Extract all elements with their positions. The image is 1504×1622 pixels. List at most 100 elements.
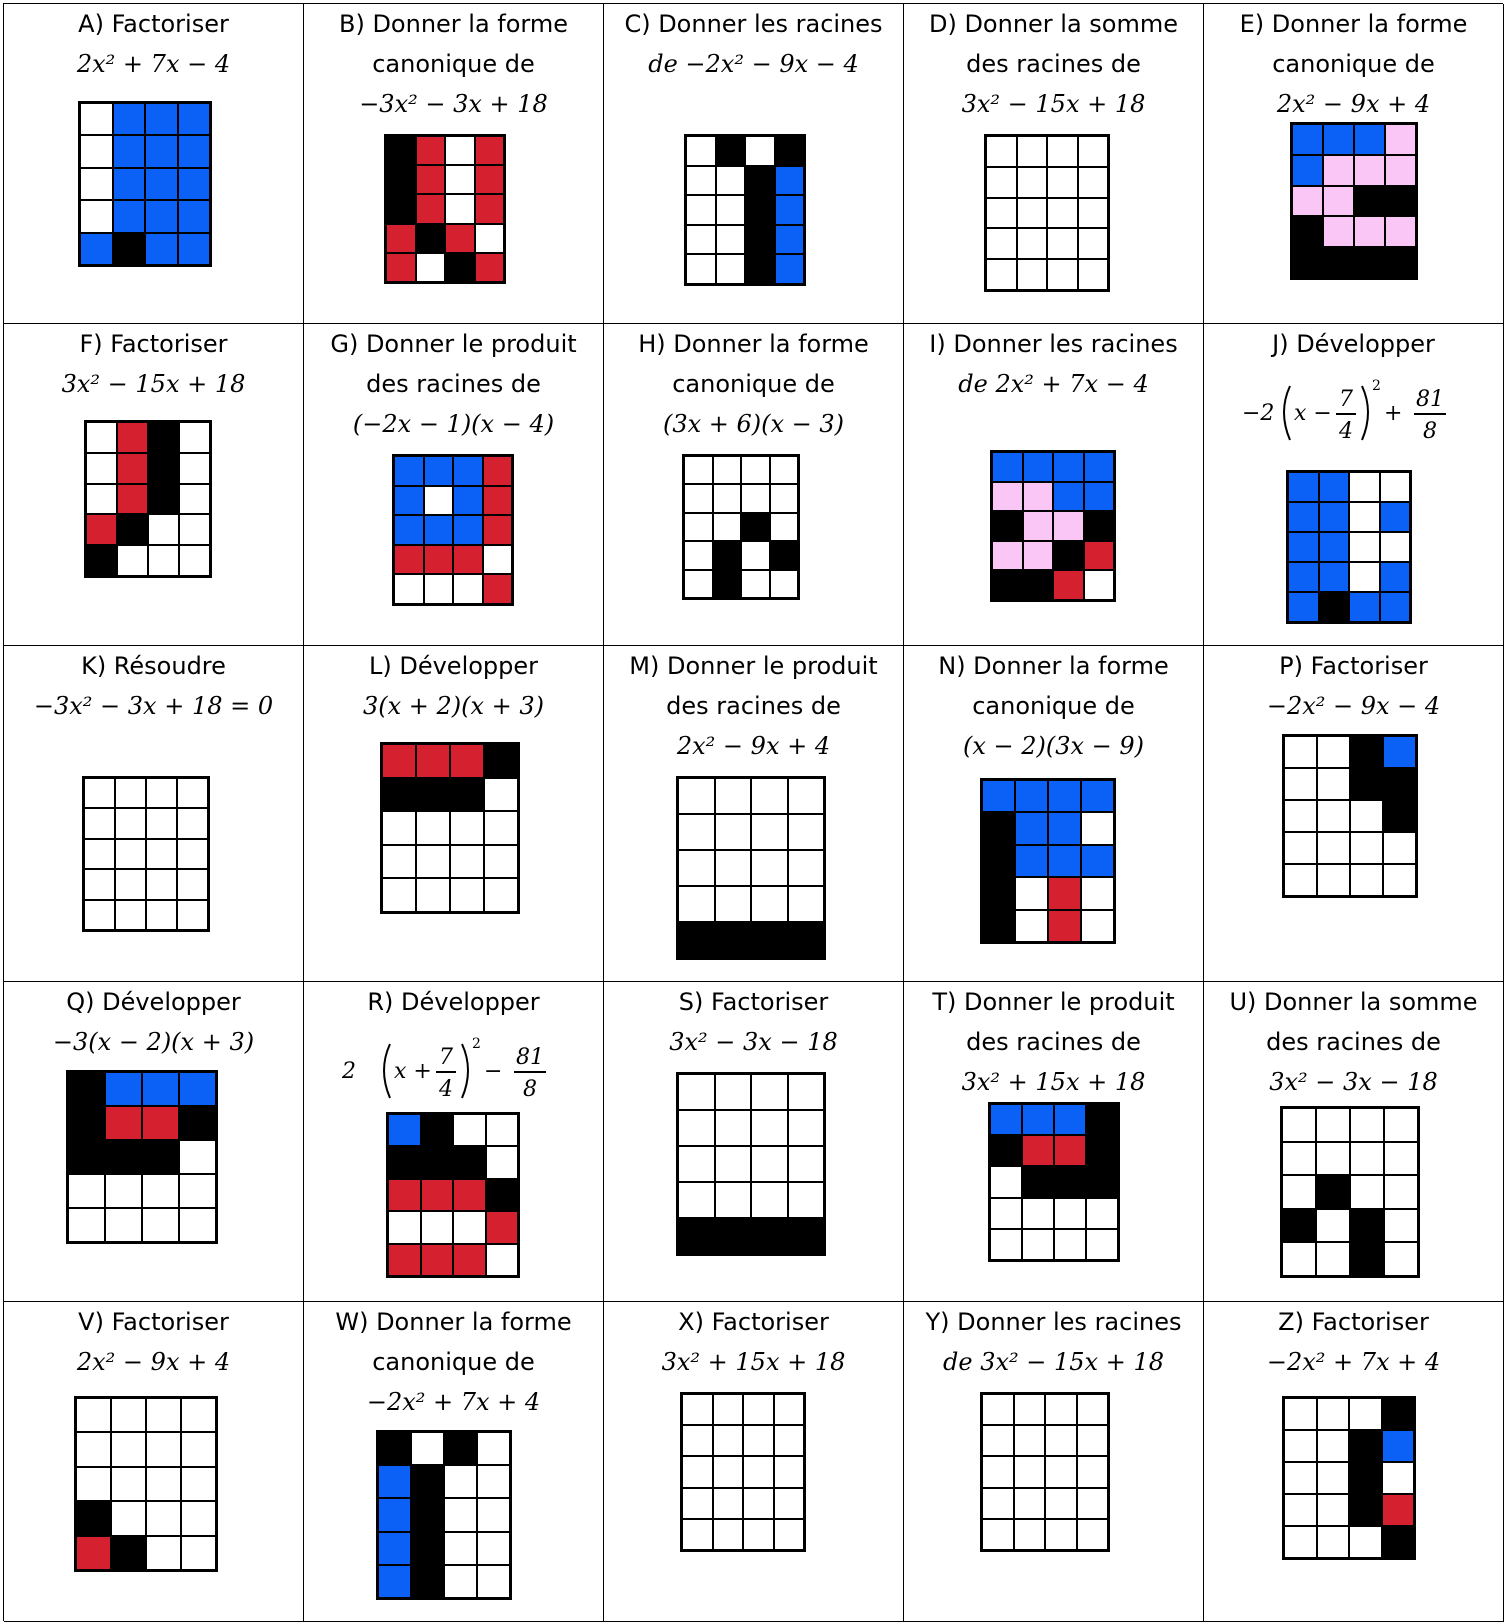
mosaic-tile[interactable]	[145, 135, 178, 168]
mosaic-tile[interactable]	[982, 1425, 1014, 1457]
mosaic-tile[interactable]	[450, 744, 484, 778]
mosaic-tile[interactable]	[982, 1456, 1014, 1488]
mosaic-tile[interactable]	[146, 899, 177, 930]
mosaic-tile[interactable]	[1284, 1462, 1317, 1494]
mosaic-tile[interactable]	[445, 223, 475, 253]
mosaic-tile[interactable]	[416, 744, 450, 778]
mosaic-tile[interactable]	[145, 167, 178, 201]
mosaic-tile[interactable]	[712, 512, 741, 542]
mosaic-tile[interactable]	[1053, 452, 1084, 482]
mosaic-tile[interactable]	[715, 224, 745, 255]
mosaic-tile[interactable]	[1048, 844, 1081, 878]
mosaic-tile[interactable]	[1354, 247, 1385, 278]
mosaic-tile[interactable]	[1349, 1398, 1382, 1430]
mosaic-tile[interactable]	[482, 515, 512, 545]
mosaic-tile[interactable]	[444, 1531, 477, 1565]
mosaic-tile[interactable]	[1076, 1518, 1108, 1550]
mosaic-tile[interactable]	[1381, 1494, 1414, 1526]
mosaic-tile[interactable]	[148, 514, 179, 546]
mosaic-tile[interactable]	[388, 1146, 421, 1179]
mosaic-tile[interactable]	[1292, 216, 1323, 248]
mosaic-tile[interactable]	[388, 1243, 421, 1276]
mosaic-tile[interactable]	[453, 1243, 486, 1276]
mosaic-tile[interactable]	[423, 485, 453, 516]
mosaic-tile[interactable]	[115, 808, 146, 839]
mosaic-tile[interactable]	[177, 103, 210, 136]
mosaic-tile[interactable]	[177, 778, 208, 809]
mosaic-tile[interactable]	[181, 1466, 216, 1502]
mosaic-tile[interactable]	[1284, 800, 1317, 832]
mosaic-tile[interactable]	[444, 1432, 477, 1466]
mosaic-tile[interactable]	[751, 922, 788, 958]
mosaic-tile[interactable]	[142, 1072, 179, 1106]
mosaic-tile[interactable]	[682, 1425, 713, 1457]
mosaic-tile[interactable]	[1016, 228, 1047, 260]
mosaic-tile[interactable]	[773, 1518, 804, 1550]
mosaic-tile[interactable]	[745, 195, 775, 225]
mosaic-tile[interactable]	[420, 1114, 453, 1147]
mosaic-tile[interactable]	[1045, 1518, 1077, 1550]
mosaic-tile[interactable]	[411, 1465, 444, 1499]
mosaic-tile[interactable]	[444, 1498, 477, 1532]
mosaic-tile[interactable]	[68, 1208, 105, 1242]
mosaic-tile[interactable]	[477, 1564, 510, 1598]
mosaic-tile[interactable]	[1016, 136, 1047, 167]
mosaic-tile[interactable]	[1076, 1487, 1108, 1519]
mosaic-tile[interactable]	[1081, 780, 1114, 813]
mosaic-tile[interactable]	[378, 1498, 411, 1532]
mosaic-tile[interactable]	[1081, 877, 1114, 910]
mosaic-tile[interactable]	[1383, 832, 1416, 864]
mosaic-tile[interactable]	[1282, 1242, 1316, 1276]
mosaic-tile[interactable]	[445, 165, 475, 195]
mosaic-tile[interactable]	[1015, 812, 1048, 845]
mosaic-tile[interactable]	[682, 1456, 713, 1488]
mosaic-tile[interactable]	[678, 1182, 715, 1218]
mosaic-tile[interactable]	[1323, 247, 1354, 278]
mosaic-tile[interactable]	[773, 1456, 804, 1488]
mosaic-tile[interactable]	[1081, 844, 1114, 878]
mosaic-tile[interactable]	[1317, 736, 1350, 768]
mosaic-tile[interactable]	[445, 136, 475, 166]
mosaic-tile[interactable]	[1354, 154, 1385, 186]
mosaic-tile[interactable]	[678, 1074, 715, 1110]
mosaic-tile[interactable]	[678, 922, 715, 958]
mosaic-tile[interactable]	[76, 1398, 111, 1433]
mosaic-tile[interactable]	[686, 136, 716, 166]
mosaic-tile[interactable]	[1385, 154, 1416, 186]
mosaic-tile[interactable]	[386, 252, 416, 282]
mosaic-tile[interactable]	[1379, 592, 1410, 622]
mosaic-tile[interactable]	[1323, 216, 1354, 248]
mosaic-tile[interactable]	[1384, 1208, 1418, 1243]
mosaic-tile[interactable]	[482, 485, 512, 516]
mosaic-tile[interactable]	[982, 1394, 1014, 1426]
mosaic-tile[interactable]	[482, 456, 512, 486]
mosaic-tile[interactable]	[146, 1466, 181, 1502]
mosaic-tile[interactable]	[712, 456, 741, 485]
mosaic-tile[interactable]	[787, 1146, 824, 1182]
mosaic-tile[interactable]	[115, 869, 146, 900]
mosaic-tile[interactable]	[712, 1487, 743, 1519]
mosaic-tile[interactable]	[1317, 768, 1350, 800]
mosaic-tile[interactable]	[1083, 570, 1114, 600]
mosaic-tile[interactable]	[415, 252, 445, 282]
mosaic-tile[interactable]	[787, 886, 824, 922]
mosaic-tile[interactable]	[1081, 909, 1114, 942]
mosaic-tile[interactable]	[411, 1432, 444, 1466]
mosaic-tile[interactable]	[105, 1072, 142, 1106]
mosaic-tile[interactable]	[1349, 1526, 1382, 1558]
mosaic-tile[interactable]	[678, 778, 715, 814]
mosaic-tile[interactable]	[1054, 1166, 1086, 1198]
mosaic-tile[interactable]	[117, 452, 148, 484]
mosaic-tile[interactable]	[445, 252, 475, 282]
mosaic-tile[interactable]	[68, 1106, 105, 1140]
mosaic-tile[interactable]	[1076, 1456, 1108, 1488]
mosaic-tile[interactable]	[84, 899, 115, 930]
mosaic-tile[interactable]	[1015, 844, 1048, 878]
mosaic-tile[interactable]	[177, 232, 210, 265]
mosaic-tile[interactable]	[678, 1218, 715, 1254]
mosaic-tile[interactable]	[1316, 1242, 1350, 1276]
mosaic-tile[interactable]	[1354, 124, 1385, 155]
mosaic-tile[interactable]	[1054, 1197, 1086, 1229]
mosaic-tile[interactable]	[117, 514, 148, 546]
mosaic-tile[interactable]	[1015, 909, 1048, 942]
